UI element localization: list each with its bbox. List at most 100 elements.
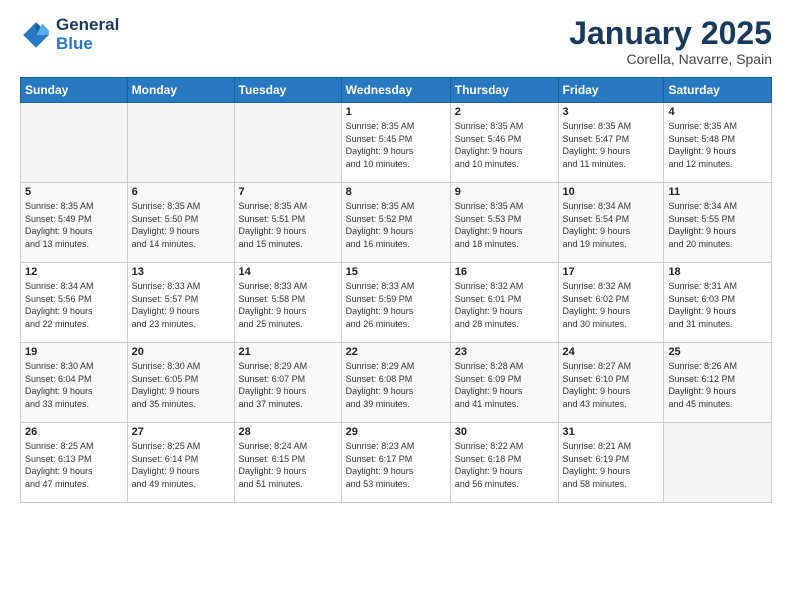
day-number: 22 [346, 346, 446, 358]
day-number: 21 [239, 346, 337, 358]
day-number: 5 [25, 186, 123, 198]
day-info: Sunrise: 8:31 AM Sunset: 6:03 PM Dayligh… [668, 280, 767, 330]
calendar-cell: 20Sunrise: 8:30 AM Sunset: 6:05 PM Dayli… [127, 343, 234, 423]
day-number: 16 [455, 266, 554, 278]
day-info: Sunrise: 8:21 AM Sunset: 6:19 PM Dayligh… [563, 440, 660, 490]
day-number: 18 [668, 266, 767, 278]
day-info: Sunrise: 8:34 AM Sunset: 5:55 PM Dayligh… [668, 200, 767, 250]
calendar-cell: 12Sunrise: 8:34 AM Sunset: 5:56 PM Dayli… [21, 263, 128, 343]
day-number: 14 [239, 266, 337, 278]
day-info: Sunrise: 8:32 AM Sunset: 6:01 PM Dayligh… [455, 280, 554, 330]
calendar-cell [234, 103, 341, 183]
weekday-header-sunday: Sunday [21, 78, 128, 103]
day-info: Sunrise: 8:33 AM Sunset: 5:58 PM Dayligh… [239, 280, 337, 330]
calendar-cell: 26 Sunrise: 8:25 AM Sunset: 6:13 PM Dayli… [21, 423, 128, 503]
calendar-cell: 11 Sunrise: 8:34 AM Sunset: 5:55 PM Dayli… [664, 183, 772, 263]
day-info: Sunrise: 8:35 AM Sunset: 5:46 PM Dayligh… [455, 120, 554, 170]
title-block: January 2025 Corella, Navarre, Spain [569, 16, 772, 67]
day-info: Sunrise: 8:35 AM Sunset: 5:47 PM Dayligh… [563, 120, 660, 170]
day-info: Sunrise: 8:35 AM Sunset: 5:48 PM Dayligh… [668, 120, 767, 170]
calendar-week-row: 5 Sunrise: 8:35 AM Sunset: 5:49 PM Daylig… [21, 183, 772, 263]
day-info: Sunrise: 8:35 AM Sunset: 5:52 PM Dayligh… [346, 200, 446, 250]
day-info: Sunrise: 8:25 AM Sunset: 6:14 PM Dayligh… [132, 440, 230, 490]
day-number: 15 [346, 266, 446, 278]
day-info: Sunrise: 8:35 AM Sunset: 5:53 PM Dayligh… [455, 200, 554, 250]
weekday-header-monday: Monday [127, 78, 234, 103]
calendar-cell: 19Sunrise: 8:30 AM Sunset: 6:04 PM Dayli… [21, 343, 128, 423]
calendar-week-row: 26 Sunrise: 8:25 AM Sunset: 6:13 PM Dayli… [21, 423, 772, 503]
calendar-cell: 18 Sunrise: 8:31 AM Sunset: 6:03 PM Dayli… [664, 263, 772, 343]
calendar-cell: 16 Sunrise: 8:32 AM Sunset: 6:01 PM Dayli… [450, 263, 558, 343]
day-number: 29 [346, 426, 446, 438]
day-info: Sunrise: 8:34 AM Sunset: 5:56 PM Dayligh… [25, 280, 123, 330]
day-number: 19 [25, 346, 123, 358]
day-info: Sunrise: 8:34 AM Sunset: 5:54 PM Dayligh… [563, 200, 660, 250]
weekday-header-wednesday: Wednesday [341, 78, 450, 103]
calendar-cell: 25 Sunrise: 8:26 AM Sunset: 6:12 PM Dayli… [664, 343, 772, 423]
day-number: 13 [132, 266, 230, 278]
day-number: 27 [132, 426, 230, 438]
calendar-cell: 2 Sunrise: 8:35 AM Sunset: 5:46 PM Daylig… [450, 103, 558, 183]
day-number: 24 [563, 346, 660, 358]
day-number: 6 [132, 186, 230, 198]
day-info: Sunrise: 8:27 AM Sunset: 6:10 PM Dayligh… [563, 360, 660, 410]
day-number: 10 [563, 186, 660, 198]
calendar-cell: 30Sunrise: 8:22 AM Sunset: 6:18 PM Dayli… [450, 423, 558, 503]
day-number: 2 [455, 106, 554, 118]
calendar-cell: 5 Sunrise: 8:35 AM Sunset: 5:49 PM Daylig… [21, 183, 128, 263]
logo: General Blue [20, 16, 119, 53]
calendar-cell: 3 Sunrise: 8:35 AM Sunset: 5:47 PM Daylig… [558, 103, 664, 183]
calendar-cell: 13 Sunrise: 8:33 AM Sunset: 5:57 PM Dayli… [127, 263, 234, 343]
calendar-cell: 21 Sunrise: 8:29 AM Sunset: 6:07 PM Dayli… [234, 343, 341, 423]
weekday-header-tuesday: Tuesday [234, 78, 341, 103]
day-info: Sunrise: 8:32 AM Sunset: 6:02 PM Dayligh… [563, 280, 660, 330]
calendar-cell [664, 423, 772, 503]
day-number: 8 [346, 186, 446, 198]
calendar-cell: 14 Sunrise: 8:33 AM Sunset: 5:58 PM Dayli… [234, 263, 341, 343]
day-number: 3 [563, 106, 660, 118]
day-info: Sunrise: 8:22 AM Sunset: 6:18 PM Dayligh… [455, 440, 554, 490]
calendar-week-row: 19Sunrise: 8:30 AM Sunset: 6:04 PM Dayli… [21, 343, 772, 423]
calendar-cell [127, 103, 234, 183]
weekday-header-thursday: Thursday [450, 78, 558, 103]
calendar-cell: 31Sunrise: 8:21 AM Sunset: 6:19 PM Dayli… [558, 423, 664, 503]
header: General Blue January 2025 Corella, Navar… [20, 16, 772, 67]
weekday-header-saturday: Saturday [664, 78, 772, 103]
day-info: Sunrise: 8:23 AM Sunset: 6:17 PM Dayligh… [346, 440, 446, 490]
day-number: 9 [455, 186, 554, 198]
calendar-cell: 23Sunrise: 8:28 AM Sunset: 6:09 PM Dayli… [450, 343, 558, 423]
day-info: Sunrise: 8:26 AM Sunset: 6:12 PM Dayligh… [668, 360, 767, 410]
calendar-cell: 1 Sunrise: 8:35 AM Sunset: 5:45 PM Daylig… [341, 103, 450, 183]
location-subtitle: Corella, Navarre, Spain [569, 51, 772, 67]
day-info: Sunrise: 8:29 AM Sunset: 6:07 PM Dayligh… [239, 360, 337, 410]
logo-text: General Blue [56, 16, 119, 53]
day-info: Sunrise: 8:35 AM Sunset: 5:49 PM Dayligh… [25, 200, 123, 250]
day-number: 7 [239, 186, 337, 198]
day-number: 11 [668, 186, 767, 198]
calendar-cell: 28 Sunrise: 8:24 AM Sunset: 6:15 PM Dayli… [234, 423, 341, 503]
day-info: Sunrise: 8:35 AM Sunset: 5:50 PM Dayligh… [132, 200, 230, 250]
day-info: Sunrise: 8:25 AM Sunset: 6:13 PM Dayligh… [25, 440, 123, 490]
calendar-cell: 15Sunrise: 8:33 AM Sunset: 5:59 PM Dayli… [341, 263, 450, 343]
calendar-table: SundayMondayTuesdayWednesdayThursdayFrid… [20, 77, 772, 503]
day-info: Sunrise: 8:33 AM Sunset: 5:57 PM Dayligh… [132, 280, 230, 330]
calendar-cell: 27 Sunrise: 8:25 AM Sunset: 6:14 PM Dayli… [127, 423, 234, 503]
day-number: 4 [668, 106, 767, 118]
calendar-cell: 4 Sunrise: 8:35 AM Sunset: 5:48 PM Daylig… [664, 103, 772, 183]
calendar-cell [21, 103, 128, 183]
logo-icon [20, 19, 52, 51]
day-number: 28 [239, 426, 337, 438]
day-number: 25 [668, 346, 767, 358]
day-number: 17 [563, 266, 660, 278]
calendar-cell: 24 Sunrise: 8:27 AM Sunset: 6:10 PM Dayli… [558, 343, 664, 423]
day-info: Sunrise: 8:35 AM Sunset: 5:45 PM Dayligh… [346, 120, 446, 170]
calendar-cell: 29 Sunrise: 8:23 AM Sunset: 6:17 PM Dayli… [341, 423, 450, 503]
day-info: Sunrise: 8:29 AM Sunset: 6:08 PM Dayligh… [346, 360, 446, 410]
day-info: Sunrise: 8:24 AM Sunset: 6:15 PM Dayligh… [239, 440, 337, 490]
day-number: 26 [25, 426, 123, 438]
calendar-cell: 17 Sunrise: 8:32 AM Sunset: 6:02 PM Dayli… [558, 263, 664, 343]
day-info: Sunrise: 8:35 AM Sunset: 5:51 PM Dayligh… [239, 200, 337, 250]
day-number: 1 [346, 106, 446, 118]
calendar-cell: 6 Sunrise: 8:35 AM Sunset: 5:50 PM Daylig… [127, 183, 234, 263]
day-info: Sunrise: 8:30 AM Sunset: 6:05 PM Dayligh… [132, 360, 230, 410]
